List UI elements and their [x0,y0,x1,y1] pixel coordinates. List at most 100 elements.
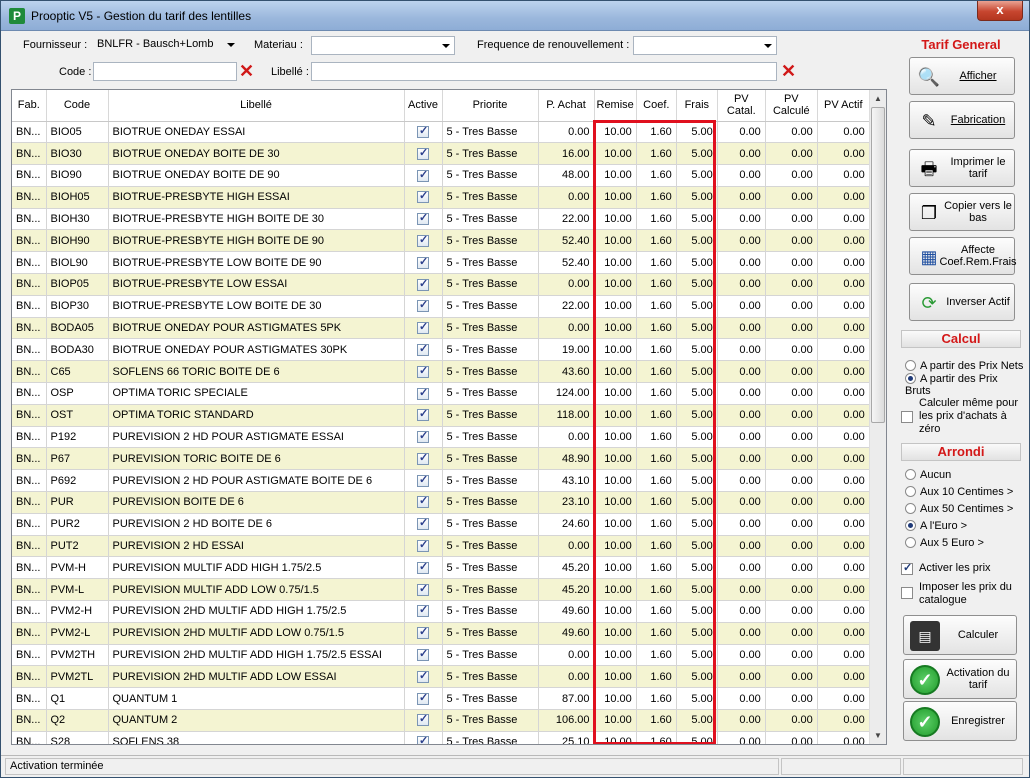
table-cell[interactable]: 1.60 [636,208,677,231]
table-cell[interactable]: 0.00 [538,273,595,296]
imprimer-button[interactable]: 🖶 Imprimer le tarif [909,149,1015,187]
radio-prix-bruts[interactable]: A partir des Prix Bruts [905,373,1025,397]
code-input[interactable] [93,62,237,81]
active-cell[interactable] [404,121,443,144]
affecte-button[interactable]: ▦ Affecte Coef.Rem.Frais [909,237,1017,275]
active-cell[interactable] [404,535,443,558]
active-checkbox[interactable] [417,516,429,531]
table-cell[interactable]: BIOP30 [46,295,109,318]
table-cell[interactable]: 5.00 [676,469,718,493]
table-cell[interactable]: 0.00 [717,338,766,362]
table-cell[interactable]: 1.60 [636,121,677,144]
table-cell[interactable]: 0.00 [765,164,818,187]
table-cell[interactable]: 52.40 [538,229,595,253]
table-cell[interactable]: BIOH05 [46,186,109,209]
table-cell[interactable]: 48.00 [538,164,595,187]
table-cell[interactable]: 1.60 [636,513,677,536]
table-row[interactable]: BN... PVM-H PUREVISION MULTIF ADD HIGH 1.7… [12,556,870,580]
table-cell[interactable]: 0.00 [717,578,766,602]
table-cell[interactable]: 1.60 [636,709,677,732]
table-row[interactable]: BN...BIOP05BIOTRUE-PRESBYTE LOW ESSAI 5 -… [12,273,870,296]
table-cell[interactable]: BIOL90 [46,251,109,275]
table-cell[interactable]: 10.00 [594,164,637,187]
table-cell[interactable]: BIOP05 [46,273,109,296]
table-cell[interactable]: 0.00 [817,208,870,231]
table-cell[interactable]: 0.00 [717,382,766,405]
table-cell[interactable]: 0.00 [765,687,818,711]
table-cell[interactable]: 0.00 [817,687,870,711]
table-cell[interactable]: BN... [12,382,47,405]
table-cell[interactable]: PVM-L [46,578,109,602]
table-cell[interactable]: OSP [46,382,109,405]
table-cell[interactable]: 0.00 [717,295,766,318]
table-cell[interactable]: 0.00 [817,404,870,427]
table-cell[interactable]: 5 - Tres Basse [442,404,539,427]
active-cell[interactable] [404,426,443,449]
table-cell[interactable]: 5.00 [676,644,718,667]
table-cell[interactable]: 0.00 [717,273,766,296]
column-header[interactable]: Fab. [12,90,47,122]
active-cell[interactable] [404,360,443,384]
active-cell[interactable] [404,644,443,667]
table-cell[interactable]: 0.00 [817,426,870,449]
table-cell[interactable]: BN... [12,404,47,427]
table-cell[interactable]: 0.00 [717,535,766,558]
table-cell[interactable]: 5 - Tres Basse [442,186,539,209]
table-cell[interactable]: 5 - Tres Basse [442,447,539,471]
table-cell[interactable]: PUREVISION BOITE DE 6 [108,491,405,514]
table-cell[interactable]: 0.00 [817,295,870,318]
table-cell[interactable]: 0.00 [765,600,818,623]
table-cell[interactable]: 43.10 [538,469,595,493]
active-checkbox[interactable] [417,691,429,705]
table-cell[interactable]: QUANTUM 2 [108,709,405,732]
table-cell[interactable]: 0.00 [765,338,818,362]
table-cell[interactable]: 5 - Tres Basse [442,338,539,362]
table-cell[interactable]: 5.00 [676,295,718,318]
column-header[interactable]: P. Achat [538,90,595,122]
table-cell[interactable]: 49.60 [538,622,595,645]
table-cell[interactable]: Q1 [46,687,109,711]
clear-code-icon[interactable]: ✕ [239,62,254,80]
table-cell[interactable]: 1.60 [636,556,677,580]
table-row[interactable]: BN... BIOP30 BIOTRUE-PRESBYTE LOW BOITE DE… [12,295,870,318]
table-cell[interactable]: 0.00 [817,513,870,536]
table-cell[interactable]: 10.00 [594,404,637,427]
table-cell[interactable]: 5 - Tres Basse [442,142,539,166]
table-row[interactable]: BN...Q1QUANTUM 1 5 - Tres Basse87.0010.00… [12,687,870,711]
table-cell[interactable]: 5.00 [676,687,718,711]
table-cell[interactable]: 1.60 [636,447,677,471]
table-cell[interactable]: 0.00 [765,447,818,471]
table-cell[interactable]: 0.00 [765,186,818,209]
active-cell[interactable] [404,186,443,209]
active-cell[interactable] [404,469,443,493]
table-row[interactable]: BN...PUT2PUREVISION 2 HD ESSAI 5 - Tres B… [12,535,870,558]
table-cell[interactable]: BN... [12,273,47,296]
table-cell[interactable]: BN... [12,142,47,166]
table-cell[interactable]: 10.00 [594,338,637,362]
table-cell[interactable]: 0.00 [538,644,595,667]
active-checkbox[interactable] [417,320,429,335]
table-cell[interactable]: QUANTUM 1 [108,687,405,711]
column-header[interactable]: Priorite [442,90,539,122]
table-cell[interactable]: 0.00 [765,360,818,384]
table-cell[interactable]: BN... [12,556,47,580]
close-button[interactable]: x [977,1,1023,21]
table-cell[interactable]: 10.00 [594,186,637,209]
table-cell[interactable]: 106.00 [538,709,595,732]
table-cell[interactable]: BN... [12,600,47,623]
table-cell[interactable]: 5 - Tres Basse [442,513,539,536]
table-cell[interactable]: 0.00 [538,121,595,144]
table-row[interactable]: BN...P67PUREVISION TORIC BOITE DE 6 5 - T… [12,447,870,471]
table-cell[interactable]: 0.00 [765,317,818,340]
table-cell[interactable]: 0.00 [765,295,818,318]
table-cell[interactable]: 5 - Tres Basse [442,491,539,514]
table-cell[interactable]: 10.00 [594,426,637,449]
table-cell[interactable]: 10.00 [594,121,637,144]
table-cell[interactable]: 0.00 [765,426,818,449]
active-cell[interactable] [404,513,443,536]
table-cell[interactable]: 52.40 [538,251,595,275]
table-cell[interactable]: BIOTRUE-PRESBYTE LOW BOITE DE 90 [108,251,405,275]
table-cell[interactable]: BN... [12,731,47,744]
table-cell[interactable]: 16.00 [538,142,595,166]
calculer-button[interactable]: ▤ Calculer [903,615,1017,655]
